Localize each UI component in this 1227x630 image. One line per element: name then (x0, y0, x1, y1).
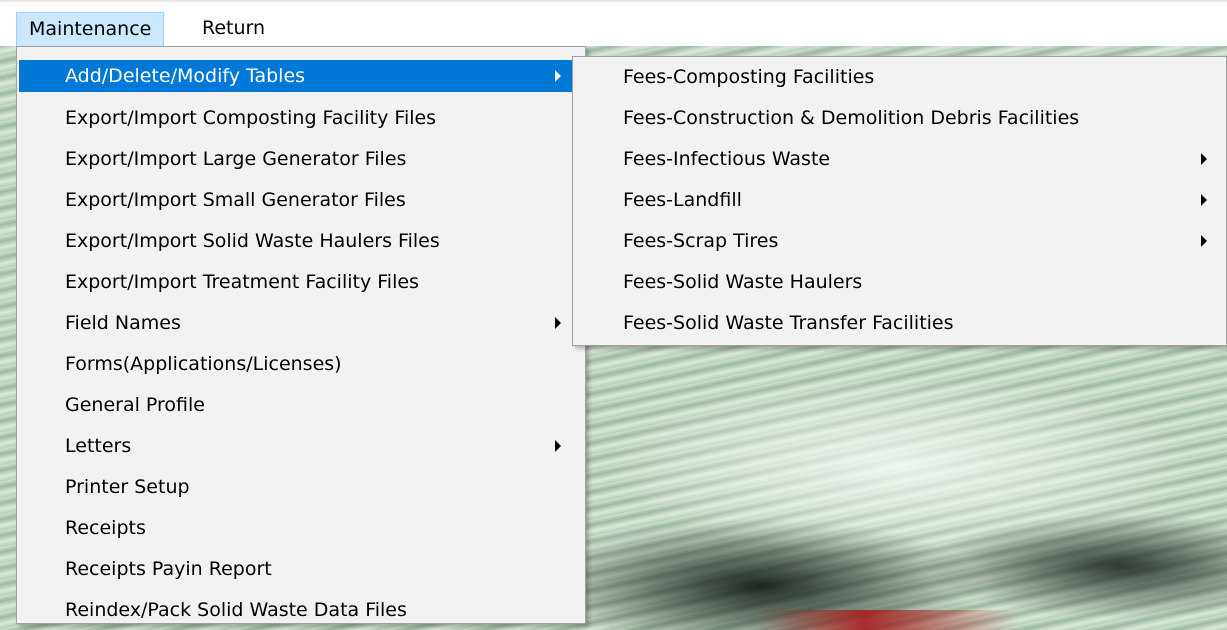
submenu-item-fees-composting[interactable]: Fees-Composting Facilities (575, 60, 1221, 94)
submenu-arrow-icon (555, 440, 561, 452)
menu-item-label: Reindex/Pack Solid Waste Data Files (65, 599, 407, 621)
submenu-item-fees-infectious-waste[interactable]: Fees-Infectious Waste (575, 142, 1221, 176)
menu-item-export-import-treatment[interactable]: Export/Import Treatment Facility Files (19, 266, 575, 298)
menu-item-label: Printer Setup (65, 476, 190, 498)
submenu-item-fees-transfer-facilities[interactable]: Fees-Solid Waste Transfer Facilities (575, 306, 1221, 340)
submenu-arrow-icon (1201, 194, 1207, 206)
menu-bar: Maintenance Return (0, 0, 1227, 46)
menu-item-label: Forms(Applications/Licenses) (65, 353, 342, 375)
submenu-item-fees-solid-waste-haulers[interactable]: Fees-Solid Waste Haulers (575, 265, 1221, 299)
menu-item-label: Add/Delete/Modify Tables (65, 65, 306, 87)
maintenance-dropdown: Add/Delete/Modify Tables Export/Import C… (16, 46, 586, 624)
menu-item-export-import-large-generator[interactable]: Export/Import Large Generator Files (19, 143, 575, 175)
menu-item-label: Receipts Payin Report (65, 558, 272, 580)
menu-item-label: Field Names (65, 312, 181, 334)
menu-item-label: Letters (65, 435, 132, 457)
submenu-arrow-icon (1201, 235, 1207, 247)
menu-item-label: Export/Import Large Generator Files (65, 148, 407, 170)
submenu-item-label: Fees-Solid Waste Transfer Facilities (623, 312, 954, 334)
menu-item-general-profile[interactable]: General Profile (19, 389, 575, 421)
menu-item-reindex-pack[interactable]: Reindex/Pack Solid Waste Data Files (19, 594, 575, 626)
submenu-item-fees-construction-demolition[interactable]: Fees-Construction & Demolition Debris Fa… (575, 101, 1221, 135)
submenu-item-label: Fees-Solid Waste Haulers (623, 271, 863, 293)
menu-item-label: Export/Import Treatment Facility Files (65, 271, 419, 293)
submenu-arrow-icon (555, 317, 561, 329)
menu-item-field-names[interactable]: Field Names (19, 307, 575, 339)
menu-maintenance[interactable]: Maintenance (16, 12, 165, 46)
submenu-item-fees-scrap-tires[interactable]: Fees-Scrap Tires (575, 224, 1221, 258)
menu-item-export-import-haulers[interactable]: Export/Import Solid Waste Haulers Files (19, 225, 575, 257)
submenu-item-fees-landfill[interactable]: Fees-Landfill (575, 183, 1221, 217)
menu-item-receipts[interactable]: Receipts (19, 512, 575, 544)
tables-submenu: Fees-Composting Facilities Fees-Construc… (572, 56, 1227, 346)
submenu-arrow-icon (1201, 153, 1207, 165)
menu-item-label: Receipts (65, 517, 146, 539)
submenu-arrow-icon (555, 70, 561, 82)
menu-item-letters[interactable]: Letters (19, 430, 575, 462)
submenu-item-label: Fees-Scrap Tires (623, 230, 779, 252)
background-image-accent (760, 610, 1020, 630)
menu-return[interactable]: Return (190, 12, 277, 46)
menu-item-label: Export/Import Composting Facility Files (65, 107, 437, 129)
menu-item-label: General Profile (65, 394, 205, 416)
menu-item-label: Export/Import Solid Waste Haulers Files (65, 230, 440, 252)
menu-bar-top-border (0, 0, 1227, 2)
submenu-item-label: Fees-Construction & Demolition Debris Fa… (623, 107, 1080, 129)
submenu-item-label: Fees-Composting Facilities (623, 66, 875, 88)
menu-item-forms[interactable]: Forms(Applications/Licenses) (19, 348, 575, 380)
menu-item-export-import-composting[interactable]: Export/Import Composting Facility Files (19, 102, 575, 134)
menu-item-printer-setup[interactable]: Printer Setup (19, 471, 575, 503)
submenu-item-label: Fees-Infectious Waste (623, 148, 831, 170)
submenu-item-label: Fees-Landfill (623, 189, 742, 211)
menu-item-add-delete-modify-tables[interactable]: Add/Delete/Modify Tables (19, 60, 575, 92)
menu-item-receipts-payin-report[interactable]: Receipts Payin Report (19, 553, 575, 585)
menu-item-export-import-small-generator[interactable]: Export/Import Small Generator Files (19, 184, 575, 216)
menu-item-label: Export/Import Small Generator Files (65, 189, 406, 211)
